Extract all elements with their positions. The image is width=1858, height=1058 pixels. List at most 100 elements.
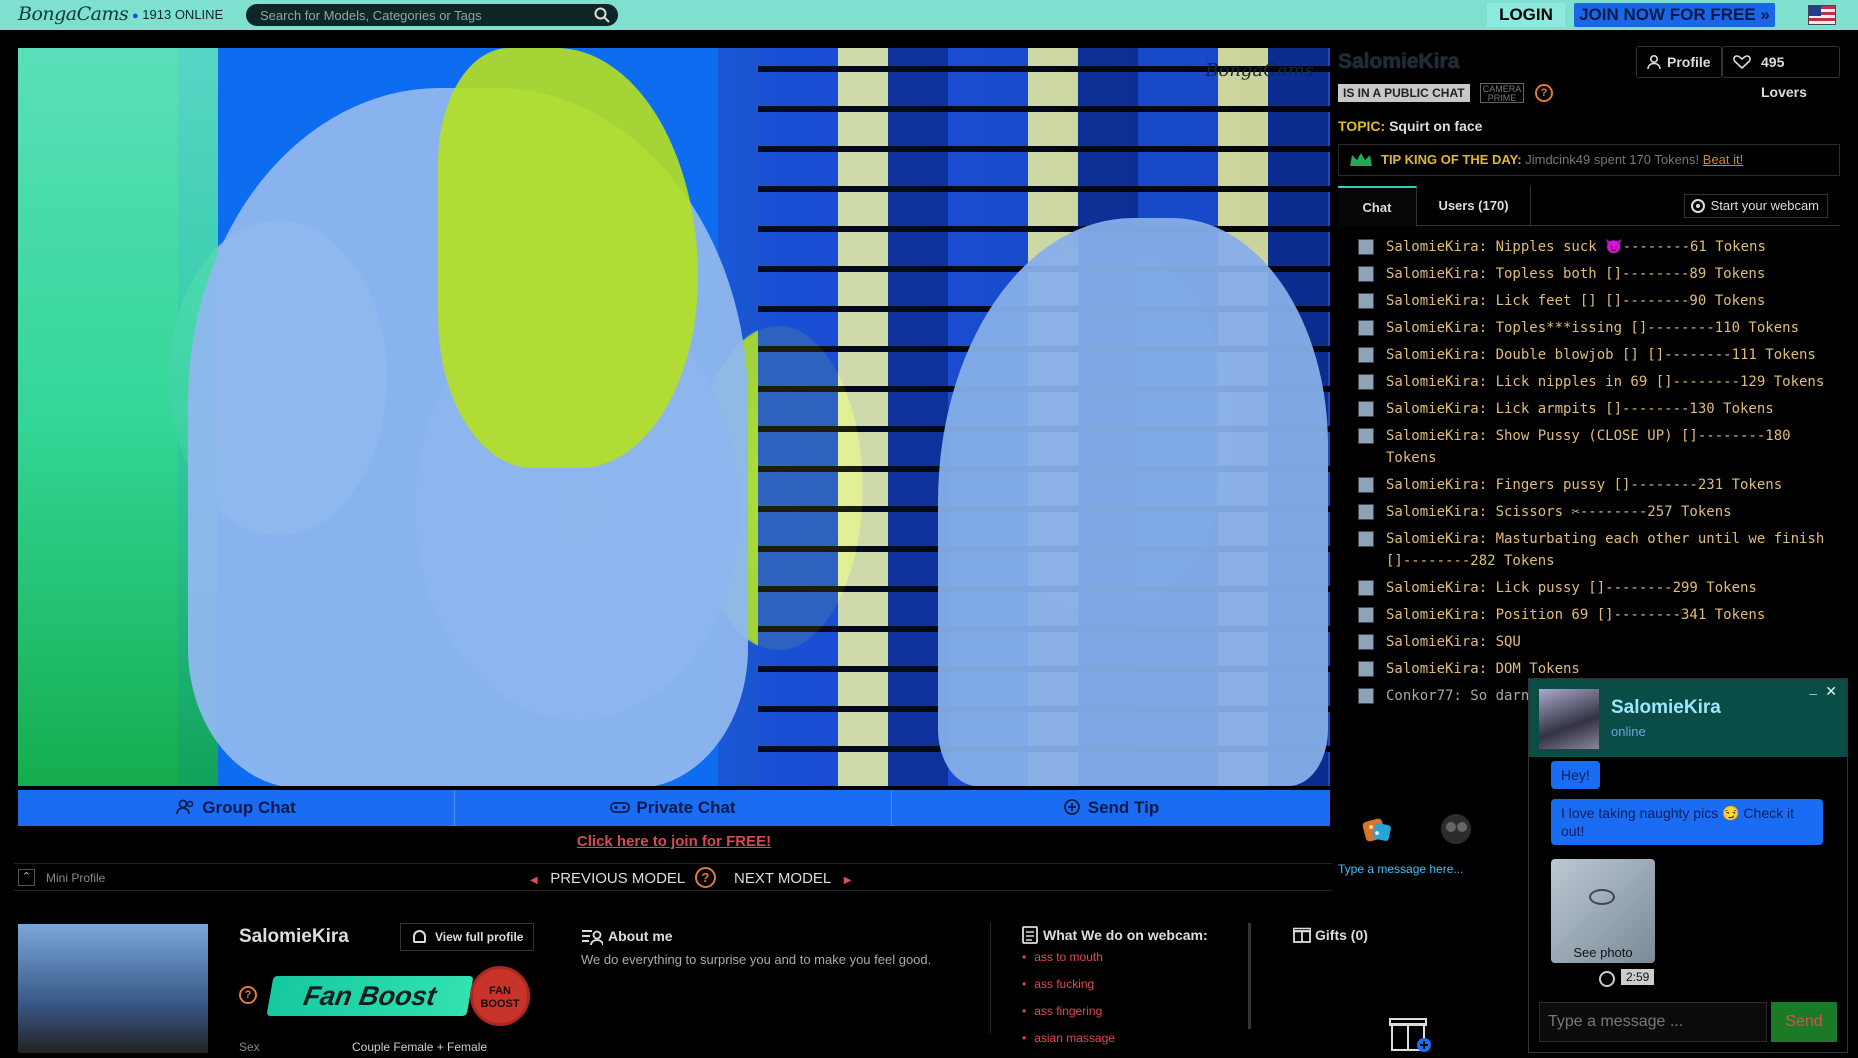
about-text: We do everything to surprise you and to …	[581, 952, 932, 967]
tag-link[interactable]: asian massage	[1022, 1031, 1115, 1045]
avatar	[1358, 580, 1374, 596]
locked-photo[interactable]: See photo	[1551, 859, 1655, 963]
chat-message: SalomieKira: Lick nipples in 69 []------…	[1358, 371, 1828, 393]
send-button[interactable]: Send	[1771, 1002, 1837, 1042]
avatar	[1358, 239, 1374, 255]
close-icon[interactable]: ✕	[1825, 683, 1837, 700]
private-chat-label: Private Chat	[636, 798, 736, 817]
language-flag-icon[interactable]	[1808, 5, 1836, 25]
fan-boost-badge: FAN BOOST	[470, 966, 530, 1026]
avatar	[1358, 688, 1374, 704]
user-icon	[1647, 55, 1661, 70]
help-icon[interactable]: ?	[695, 867, 716, 888]
gifts-title-text: Gifts (0)	[1315, 927, 1368, 943]
avatar[interactable]	[1539, 689, 1599, 749]
chat-log[interactable]: SalomieKira: Nipples suck 😈--------61 To…	[1358, 236, 1828, 712]
model-name: SalomieKira	[1338, 50, 1460, 73]
messenger-input[interactable]: Type a message ...	[1539, 1002, 1767, 1042]
profile-button[interactable]: Profile	[1636, 46, 1722, 78]
photo-timer: 2:59	[1621, 969, 1655, 985]
avatar	[1358, 477, 1374, 493]
next-model-label: NEXT MODEL	[734, 870, 832, 887]
group-chat-label: Group Chat	[202, 798, 296, 817]
crown-icon	[1350, 153, 1372, 166]
chat-message: SalomieKira: Lick pussy []--------299 To…	[1358, 577, 1828, 599]
fan-boost-banner[interactable]: Fan Boost	[266, 976, 474, 1016]
mini-profile-label[interactable]: Mini Profile	[46, 871, 105, 885]
video-watermark: BongaCams	[1205, 60, 1314, 81]
help-icon[interactable]: ?	[1535, 84, 1553, 102]
about-icon	[582, 930, 603, 946]
messenger-popup: SalomieKira online – ✕ Hey! I love takin…	[1528, 678, 1848, 1053]
view-full-profile-button[interactable]: View full profile	[400, 923, 535, 951]
private-chat-button[interactable]: Private Chat	[455, 790, 892, 826]
join-button[interactable]: JOIN NOW FOR FREE »	[1574, 3, 1775, 27]
chat-message-text: SalomieKira: Scissors ✂--------257 Token…	[1386, 504, 1732, 520]
vr-goggles-icon[interactable]	[1436, 810, 1476, 848]
beat-it-link[interactable]: Beat it!	[1703, 152, 1743, 167]
arrow-right-icon: ▶	[843, 875, 852, 886]
list-icon	[1022, 926, 1038, 944]
minimize-icon[interactable]: –	[1809, 685, 1817, 701]
gift-icon	[1293, 927, 1311, 943]
profile-button-label: Profile	[1667, 54, 1711, 70]
avatar	[1358, 401, 1374, 417]
send-tip-label: Send Tip	[1087, 798, 1160, 817]
avatar	[1358, 347, 1374, 363]
tab-users[interactable]: Users (170)	[1417, 186, 1531, 226]
see-photo-label[interactable]: See photo	[1551, 945, 1655, 960]
tag-link[interactable]: ass to mouth	[1022, 950, 1115, 964]
add-gift-icon[interactable]	[1388, 1010, 1432, 1053]
search-input[interactable]: Search for Models, Categories or Tags	[260, 8, 482, 23]
chat-message: SalomieKira: Masturbating each other unt…	[1358, 528, 1828, 572]
messenger-header: SalomieKira online – ✕	[1529, 679, 1847, 757]
profile-photo[interactable]	[18, 924, 208, 1053]
join-free-link[interactable]: Click here to join for FREE!	[0, 833, 1348, 850]
chat-message: SalomieKira: DOM Tokens	[1358, 658, 1828, 680]
mask-icon	[610, 802, 631, 813]
clock-icon	[1599, 971, 1615, 987]
webcam-icon	[1690, 199, 1705, 213]
chevron-up-icon[interactable]: ⌃	[18, 869, 35, 886]
avatar	[1358, 504, 1374, 520]
scrollbar[interactable]	[1248, 923, 1251, 1029]
chat-message: SalomieKira: Position 69 []--------341 T…	[1358, 604, 1828, 626]
search-bar[interactable]: Search for Models, Categories or Tags	[246, 4, 618, 26]
tab-chat[interactable]: Chat	[1338, 186, 1417, 226]
start-webcam-button[interactable]: Start your webcam	[1683, 194, 1828, 218]
previous-model-label: PREVIOUS MODEL	[550, 870, 686, 887]
chat-message: SalomieKira: Lick armpits []--------130 …	[1358, 398, 1828, 420]
messenger-name[interactable]: SalomieKira	[1611, 697, 1721, 719]
avatar	[1358, 428, 1374, 444]
chat-message-input[interactable]: Type a message here...	[1338, 862, 1538, 876]
chat-message-text: SalomieKira: Double blowjob [] []-------…	[1386, 347, 1816, 363]
send-tip-button[interactable]: Send Tip	[892, 790, 1329, 826]
lovers-button[interactable]: 495 Lovers	[1722, 46, 1840, 100]
chat-message-text: SalomieKira: Position 69 []--------341 T…	[1386, 607, 1766, 623]
chat-message: SalomieKira: Topless both []--------89 T…	[1358, 263, 1828, 285]
eye-off-icon	[1589, 889, 1615, 905]
next-model-button[interactable]: NEXT MODEL ▶	[734, 870, 851, 887]
tag-link[interactable]: ass fingering	[1022, 1004, 1115, 1018]
login-button[interactable]: LOGIN	[1487, 3, 1565, 27]
gifts-title: Gifts (0)	[1315, 927, 1368, 943]
chat-message-text: SalomieKira: Fingers pussy []--------231…	[1386, 477, 1783, 493]
chat-message: SalomieKira: Double blowjob [] []-------…	[1358, 344, 1828, 366]
dice-icon[interactable]	[1358, 810, 1396, 848]
chat-tabs: Chat Users (170) Start your webcam	[1338, 186, 1840, 226]
plus-circle-icon	[1063, 799, 1080, 815]
about-title: About me	[608, 928, 673, 944]
group-chat-button[interactable]: Group Chat	[18, 790, 455, 826]
chat-actions: Group Chat Private Chat Send Tip	[18, 790, 1330, 826]
topic: TOPIC: Squirt on face	[1338, 118, 1482, 134]
model-nav: ⌃ Mini Profile ◀ PREVIOUS MODEL ? NEXT M…	[14, 863, 1332, 891]
view-full-profile-label: View full profile	[435, 930, 524, 944]
video-player[interactable]: BongaCams	[18, 48, 1330, 786]
profile-name: SalomieKira	[239, 926, 349, 947]
previous-model-button[interactable]: ◀ PREVIOUS MODEL	[530, 870, 685, 887]
site-logo[interactable]: BongaCams	[18, 3, 129, 27]
top-bar: BongaCams ● 1913 ONLINE Search for Model…	[0, 0, 1858, 30]
help-icon[interactable]: ?	[239, 986, 257, 1004]
search-icon[interactable]	[594, 7, 610, 23]
tag-link[interactable]: ass fucking	[1022, 977, 1115, 991]
